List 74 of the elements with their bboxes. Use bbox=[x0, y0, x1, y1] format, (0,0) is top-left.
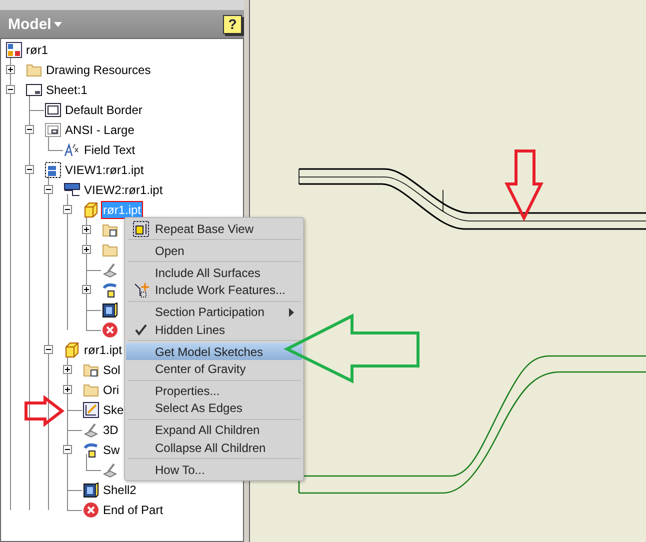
expand-icon[interactable] bbox=[82, 285, 91, 294]
collapse-icon[interactable] bbox=[63, 445, 72, 454]
expand-icon[interactable] bbox=[6, 65, 15, 74]
help-button[interactable]: ? bbox=[223, 14, 242, 34]
shell-icon bbox=[83, 482, 99, 498]
tree-item[interactable]: VIEW1:rør1.ipt bbox=[64, 162, 145, 178]
cube-icon bbox=[83, 202, 99, 218]
arrow-icon bbox=[284, 314, 420, 384]
tree-item[interactable]: 3D bbox=[102, 422, 120, 438]
error-icon bbox=[83, 502, 99, 518]
menu-item[interactable]: Expand All Children bbox=[126, 422, 302, 440]
expand-icon[interactable] bbox=[82, 245, 91, 254]
menu-item[interactable]: Include All Surfaces bbox=[126, 264, 302, 282]
submenu-arrow-icon bbox=[289, 308, 294, 317]
menu-item[interactable]: Open bbox=[126, 242, 302, 260]
collapse-icon[interactable] bbox=[44, 185, 53, 194]
menu-item[interactable]: Collapse All Children bbox=[126, 439, 302, 456]
arrow-icon bbox=[24, 394, 64, 428]
tree-item[interactable]: Shell2 bbox=[102, 482, 138, 498]
menu-item[interactable]: Select As Edges bbox=[126, 400, 302, 417]
expand-icon[interactable] bbox=[82, 225, 91, 234]
collapse-icon[interactable] bbox=[44, 345, 53, 354]
tree-item[interactable]: rør1.ipt bbox=[83, 342, 124, 358]
cube-icon bbox=[64, 342, 80, 358]
folder-icon bbox=[26, 62, 42, 78]
view-icon bbox=[132, 220, 148, 237]
folder-icon bbox=[102, 242, 118, 258]
caret-icon bbox=[54, 22, 62, 26]
section-view-icon bbox=[64, 182, 80, 198]
collapse-icon[interactable] bbox=[25, 125, 34, 134]
sketch-3d-icon bbox=[102, 462, 118, 478]
folder-icon bbox=[102, 222, 118, 238]
tree-item[interactable]: Ske bbox=[102, 402, 125, 418]
work-features-icon bbox=[132, 282, 148, 298]
view-icon bbox=[45, 162, 61, 178]
drawing-icon bbox=[6, 42, 22, 58]
text-field-icon bbox=[64, 142, 80, 158]
sheet-icon bbox=[26, 82, 42, 98]
tree-item[interactable]: Sw bbox=[102, 442, 121, 458]
sketch-3d-icon bbox=[83, 422, 99, 438]
sweep-icon bbox=[83, 442, 99, 458]
tree-item[interactable]: Sheet:1 bbox=[45, 82, 88, 98]
collapse-icon[interactable] bbox=[63, 205, 72, 214]
error-icon bbox=[102, 322, 118, 338]
tree-item[interactable]: Sol bbox=[102, 362, 122, 378]
sweep-icon bbox=[102, 282, 118, 298]
tree-item[interactable]: VIEW2:rør1.ipt bbox=[83, 182, 164, 198]
arrow-icon bbox=[504, 150, 544, 222]
folder-icon bbox=[83, 382, 99, 398]
menu-item[interactable]: Center of Gravity bbox=[126, 360, 302, 378]
menu-item[interactable]: Properties... bbox=[126, 382, 302, 400]
tree-item[interactable]: Drawing Resources bbox=[45, 62, 152, 78]
expand-icon[interactable] bbox=[63, 385, 72, 394]
border-icon bbox=[45, 102, 61, 118]
collapse-icon[interactable] bbox=[25, 165, 34, 174]
menu-item[interactable]: Section Participation bbox=[126, 304, 302, 321]
menu-item[interactable]: How To... bbox=[126, 461, 302, 478]
tree-item[interactable]: rør1 bbox=[25, 42, 49, 58]
shell-icon bbox=[102, 302, 118, 318]
menu-item[interactable]: Include Work Features... bbox=[126, 282, 302, 299]
menu-item[interactable]: Get Model Sketches bbox=[126, 343, 302, 360]
sketch-3d-icon bbox=[102, 262, 118, 278]
collapse-icon[interactable] bbox=[6, 85, 15, 94]
folder-icon bbox=[83, 362, 99, 378]
tree-item[interactable]: Default Border bbox=[64, 102, 144, 118]
menu-item[interactable]: Hidden Lines bbox=[126, 320, 302, 338]
sketch-icon bbox=[83, 402, 99, 418]
tree-item[interactable]: ANSI - Large bbox=[64, 122, 136, 138]
expand-icon[interactable] bbox=[63, 365, 72, 374]
tree-item[interactable]: Ori bbox=[102, 382, 120, 398]
tree-item[interactable]: End of Part bbox=[102, 502, 164, 518]
menu-item[interactable]: Repeat Base View bbox=[126, 220, 302, 238]
title-block-icon bbox=[45, 122, 61, 138]
tree-item[interactable]: Field Text bbox=[83, 142, 136, 158]
